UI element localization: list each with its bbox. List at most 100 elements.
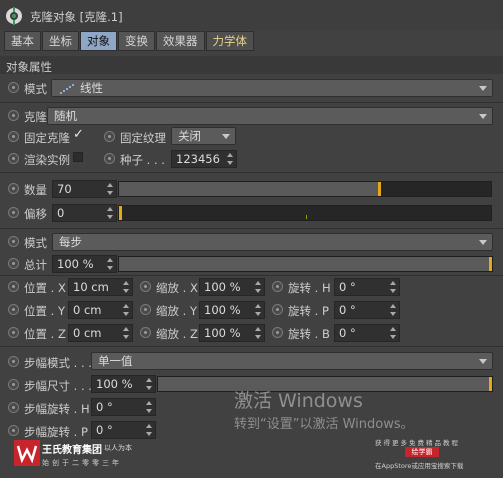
- slider-handle[interactable]: [489, 257, 492, 271]
- step-size-field[interactable]: 100 %: [91, 375, 156, 393]
- spinner-arrows-icon[interactable]: [390, 281, 397, 293]
- total-animate-dot[interactable]: [8, 258, 19, 269]
- count-slider[interactable]: [118, 181, 492, 197]
- position-z-value: 0 cm: [73, 326, 102, 340]
- fix-texture-dropdown[interactable]: 关闭: [171, 127, 236, 145]
- mode-animate-dot[interactable]: [8, 82, 19, 93]
- w-letter-icon: [16, 445, 38, 464]
- spinner-arrows-icon[interactable]: [227, 153, 234, 165]
- tab-object[interactable]: 对象: [80, 31, 117, 51]
- chevron-down-icon: [222, 134, 230, 139]
- position-y-animate-dot[interactable]: [8, 304, 19, 315]
- slider-handle[interactable]: [489, 377, 492, 391]
- spinner-arrows-icon[interactable]: [123, 327, 130, 339]
- tab-dynamics[interactable]: 力学体: [205, 31, 254, 51]
- spinner-arrows-icon[interactable]: [146, 401, 153, 413]
- total-slider[interactable]: [118, 256, 493, 272]
- offset-slider[interactable]: [118, 205, 492, 221]
- mode-dropdown[interactable]: 线性: [51, 79, 493, 97]
- scale-z-animate-dot[interactable]: [140, 327, 151, 338]
- slider-handle[interactable]: [119, 206, 122, 220]
- spinner-arrows-icon[interactable]: [146, 424, 153, 436]
- spinner-arrows-icon[interactable]: [107, 183, 114, 195]
- fix-texture-animate-dot[interactable]: [104, 131, 115, 142]
- rotation-h-label: 旋转 . H: [288, 281, 331, 295]
- rotation-h-animate-dot[interactable]: [272, 281, 283, 292]
- render-instances-checkbox[interactable]: [73, 152, 83, 162]
- spinner-arrows-icon[interactable]: [255, 304, 262, 316]
- rotation-p-field[interactable]: 0 °: [334, 301, 400, 319]
- position-z-field[interactable]: 0 cm: [68, 324, 133, 342]
- rotation-b-label: 旋转 . B: [288, 327, 330, 341]
- seed-label: 种子 . . .: [120, 153, 165, 167]
- step-size-label: 步幅尺寸 . . .: [24, 379, 92, 393]
- count-field[interactable]: 70: [52, 180, 117, 198]
- step-mode-dropdown[interactable]: 每步: [52, 233, 493, 251]
- step-size-animate-dot[interactable]: [8, 379, 19, 390]
- position-x-value: 10 cm: [73, 280, 109, 294]
- tab-basic[interactable]: 基本: [4, 31, 41, 51]
- wang-logo-icon: [14, 440, 40, 466]
- divider: [0, 172, 503, 173]
- divider: [0, 102, 503, 103]
- rotation-b-field[interactable]: 0 °: [334, 324, 400, 342]
- spinner-arrows-icon[interactable]: [107, 258, 114, 270]
- clone-dropdown[interactable]: 随机: [47, 107, 493, 125]
- step-mode2-animate-dot[interactable]: [8, 356, 19, 367]
- scale-x-field[interactable]: 100 %: [199, 278, 265, 296]
- render-instances-animate-dot[interactable]: [8, 153, 19, 164]
- scale-z-label: 缩放 . Z: [156, 327, 198, 341]
- scale-y-animate-dot[interactable]: [140, 304, 151, 315]
- step-mode-animate-dot[interactable]: [8, 236, 19, 247]
- logo-left-name: 王氏教育集团: [42, 445, 102, 456]
- scale-y-field[interactable]: 100 %: [199, 301, 265, 319]
- slider-handle[interactable]: [378, 182, 381, 196]
- spinner-arrows-icon[interactable]: [123, 304, 130, 316]
- seed-animate-dot[interactable]: [104, 153, 115, 164]
- offset-animate-dot[interactable]: [8, 207, 19, 218]
- step-rotation-p-value: 0 °: [96, 423, 113, 437]
- step-rotation-p-field[interactable]: 0 °: [91, 421, 156, 439]
- tab-effectors[interactable]: 效果器: [156, 31, 205, 51]
- logo-right-top: 获得更多免费精品教程: [375, 439, 460, 447]
- spinner-arrows-icon[interactable]: [255, 327, 262, 339]
- rotation-h-field[interactable]: 0 °: [334, 278, 400, 296]
- spinner-arrows-icon[interactable]: [255, 281, 262, 293]
- spinner-arrows-icon[interactable]: [390, 304, 397, 316]
- total-label: 总计: [24, 258, 47, 272]
- scale-y-value: 100 %: [204, 303, 241, 317]
- spinner-arrows-icon[interactable]: [123, 281, 130, 293]
- seed-field[interactable]: 123456: [171, 150, 237, 168]
- spinner-arrows-icon[interactable]: [390, 327, 397, 339]
- step-rotation-h-field[interactable]: 0 °: [91, 398, 156, 416]
- position-x-field[interactable]: 10 cm: [68, 278, 133, 296]
- scale-x-animate-dot[interactable]: [140, 281, 151, 292]
- clone-value: 随机: [54, 109, 77, 123]
- tab-transform[interactable]: 变换: [118, 31, 155, 51]
- fix-clone-checkbox[interactable]: ✓: [73, 127, 84, 142]
- rotation-b-animate-dot[interactable]: [272, 327, 283, 338]
- render-instances-label: 渲染实例: [24, 153, 70, 167]
- count-animate-dot[interactable]: [8, 183, 19, 194]
- mode-value: 线性: [80, 81, 103, 95]
- clone-animate-dot[interactable]: [8, 110, 19, 121]
- tab-coordinates[interactable]: 坐标: [42, 31, 79, 51]
- step-mode2-dropdown[interactable]: 单一值: [91, 352, 493, 370]
- rotation-p-animate-dot[interactable]: [272, 304, 283, 315]
- rotation-p-label: 旋转 . P: [288, 304, 329, 318]
- step-rotation-h-animate-dot[interactable]: [8, 402, 19, 413]
- position-y-field[interactable]: 0 cm: [68, 301, 133, 319]
- spinner-arrows-icon[interactable]: [146, 378, 153, 390]
- total-field[interactable]: 100 %: [52, 255, 117, 273]
- section-title: 对象属性: [6, 60, 52, 74]
- scale-z-field[interactable]: 100 %: [199, 324, 265, 342]
- offset-field[interactable]: 0: [52, 204, 117, 222]
- spinner-arrows-icon[interactable]: [107, 207, 114, 219]
- activation-watermark-title: 激活 Windows: [234, 390, 363, 412]
- step-rotation-p-animate-dot[interactable]: [8, 425, 19, 436]
- position-x-animate-dot[interactable]: [8, 281, 19, 292]
- logo-right-badge: 绘学霸: [405, 447, 439, 457]
- position-z-animate-dot[interactable]: [8, 327, 19, 338]
- fix-clone-animate-dot[interactable]: [8, 131, 19, 142]
- chevron-down-icon: [479, 359, 487, 364]
